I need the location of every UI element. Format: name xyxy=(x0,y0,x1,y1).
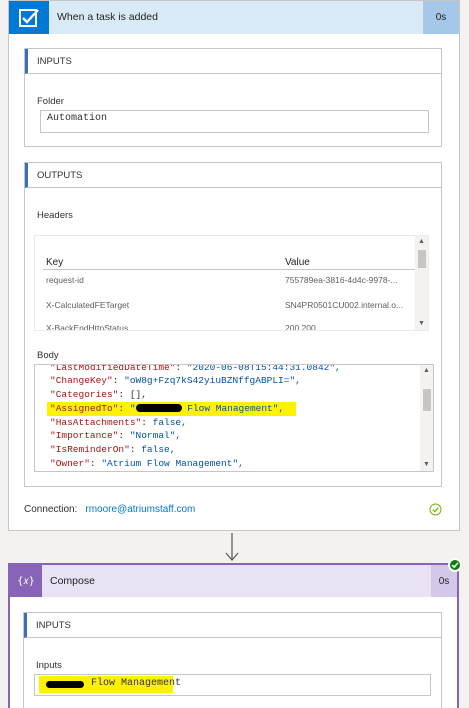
connection-info: Connection: rmoore@atriumstaff.com xyxy=(24,504,195,515)
compose-title: Compose xyxy=(50,575,95,587)
compose-inputs-label: Inputs xyxy=(36,660,62,671)
trigger-duration: 0s xyxy=(423,1,459,34)
compose-inputs-section-header: INPUTS xyxy=(24,613,441,638)
trigger-inputs-section: INPUTS Folder Automation xyxy=(24,48,442,147)
table-header-value: Value xyxy=(285,257,310,268)
success-check-icon xyxy=(429,503,442,519)
down-arrow-icon xyxy=(222,533,242,566)
connection-label: Connection: xyxy=(24,504,78,515)
headers-scrollbar[interactable]: ▲ ▼ xyxy=(415,236,428,330)
table-cell-key: X-CalculatedFETarget xyxy=(46,300,130,310)
table-header-divider xyxy=(43,269,415,270)
success-badge-icon xyxy=(448,558,462,572)
scroll-down-arrow-icon[interactable]: ▼ xyxy=(418,320,425,327)
compose-inputs-section: INPUTS Inputs Flow Management xyxy=(23,612,442,708)
compose-braces-icon: {𝑥} xyxy=(10,565,42,597)
headers-label: Headers xyxy=(37,210,73,221)
table-cell-key: request-id xyxy=(46,275,84,285)
scroll-down-arrow-icon[interactable]: ▼ xyxy=(423,461,430,468)
table-cell-value: 755789ea-3816-4d4c-9978-... xyxy=(285,275,398,285)
headers-table[interactable]: Key Value request-id 755789ea-3816-4d4c-… xyxy=(34,235,429,331)
code-line: "Owner": "Atrium Flow Management", xyxy=(50,458,244,469)
scrollbar-thumb[interactable] xyxy=(418,250,426,268)
code-line: "LastModifiedDateTime": "2020-06-08T15:4… xyxy=(50,364,341,373)
compose-inputs-value: Flow Management xyxy=(34,674,431,696)
code-line: "ChangeKey": "oW8g+Fzq7kS42yiuBZNffgABPL… xyxy=(50,375,301,386)
body-scrollbar[interactable]: ▲ ▼ xyxy=(420,365,433,471)
compose-inputs-section-label: INPUTS xyxy=(36,620,71,631)
trigger-title: When a task is added xyxy=(57,11,158,23)
code-line: "HasAttachments": false, xyxy=(50,417,187,428)
compose-card[interactable]: {𝑥} Compose 0s INPUTS Inputs Flow Manage… xyxy=(8,563,459,708)
trigger-outputs-section: OUTPUTS Headers Key Value request-id 755… xyxy=(24,162,442,487)
outputs-section-label: OUTPUTS xyxy=(37,170,83,181)
folder-value: Automation xyxy=(40,110,429,133)
connection-link[interactable]: rmoore@atriumstaff.com xyxy=(85,504,195,515)
checkbox-task-icon xyxy=(9,1,49,34)
redaction-mark xyxy=(135,404,182,413)
trigger-header[interactable]: When a task is added 0s xyxy=(9,1,459,34)
table-cell-key: X-BackEndHttpStatus xyxy=(46,323,129,331)
code-line-assigned-to: "AssignedTo": " Flow Management", xyxy=(47,402,297,416)
compose-value-text: Flow Management xyxy=(85,678,182,689)
compose-header[interactable]: {𝑥} Compose 0s xyxy=(10,565,457,597)
body-code-view[interactable]: "LastModifiedDateTime": "2020-06-08T15:4… xyxy=(34,364,434,472)
redaction-mark xyxy=(46,681,84,688)
outputs-section-header: OUTPUTS xyxy=(25,163,441,188)
inputs-section-label: INPUTS xyxy=(37,56,72,67)
table-cell-value: SN4PR0501CU002.internal.o... xyxy=(285,300,404,310)
folder-label: Folder xyxy=(37,96,64,107)
table-header-key: Key xyxy=(46,257,64,268)
trigger-card[interactable]: When a task is added 0s INPUTS Folder Au… xyxy=(8,0,460,531)
inputs-section-header: INPUTS xyxy=(25,49,441,74)
scrollbar-thumb[interactable] xyxy=(423,389,431,411)
code-line: "Importance": "Normal", xyxy=(50,430,182,441)
code-line: "Categories": [], xyxy=(50,389,147,400)
table-cell-value: 200,200 xyxy=(285,323,316,331)
scroll-up-arrow-icon[interactable]: ▲ xyxy=(418,238,425,245)
body-label: Body xyxy=(37,350,59,361)
scroll-up-arrow-icon[interactable]: ▲ xyxy=(423,367,430,374)
code-line: "IsReminderOn": false, xyxy=(50,444,176,455)
